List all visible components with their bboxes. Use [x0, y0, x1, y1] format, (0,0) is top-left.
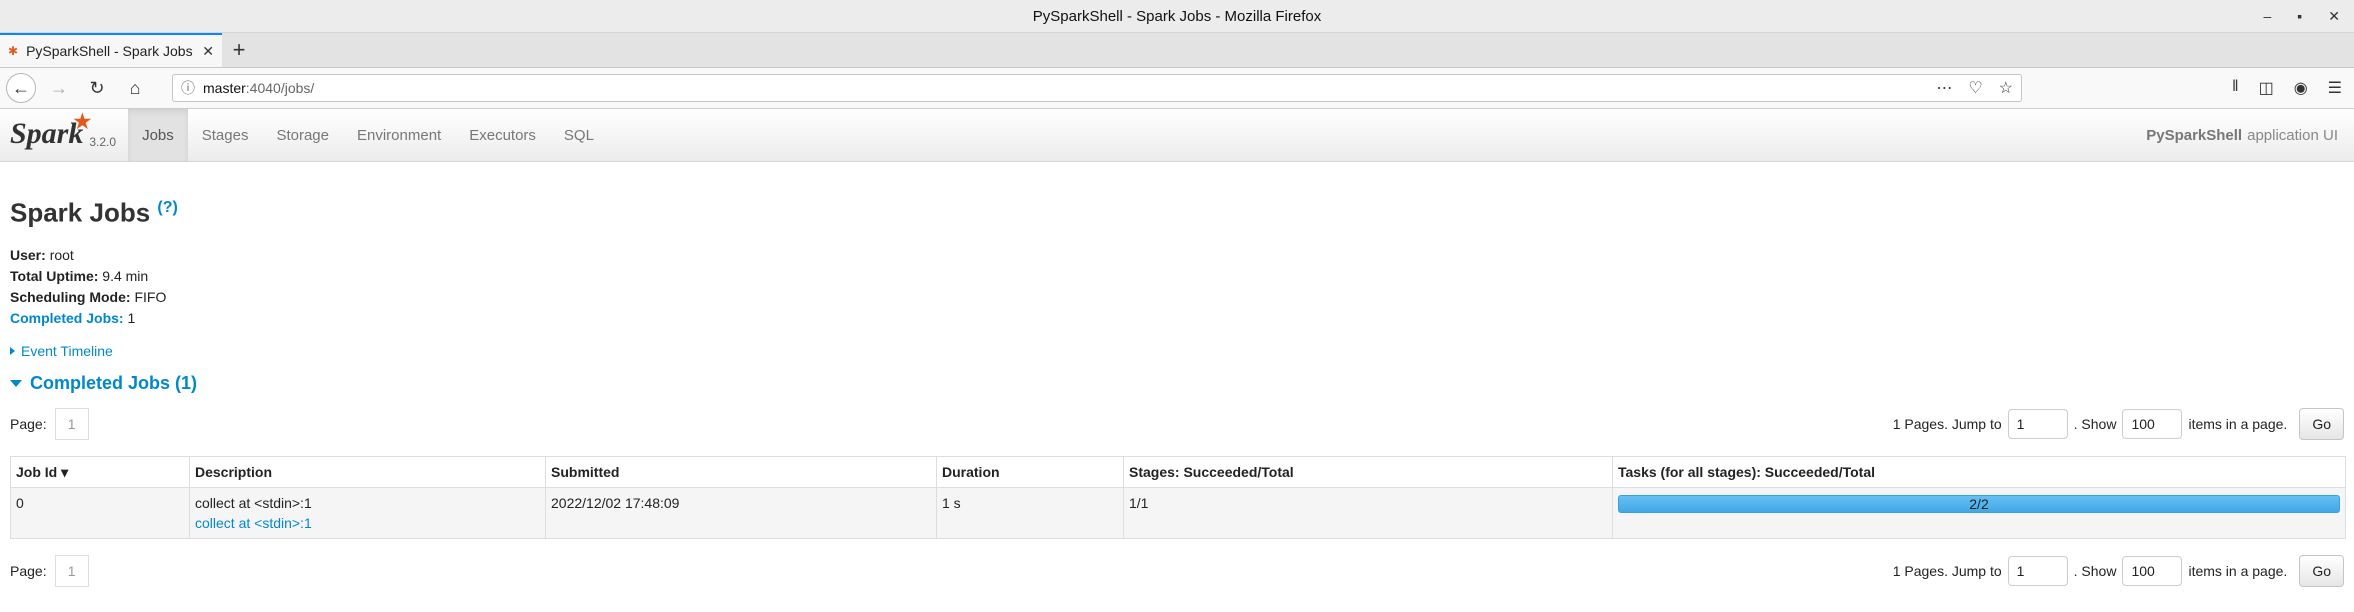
user-value: root	[49, 246, 74, 263]
window-title: PySparkShell - Spark Jobs - Mozilla Fire…	[1032, 7, 1322, 25]
collapse-arrow-icon	[10, 379, 22, 387]
completed-jobs-table: Job Id ▾ Description Submitted Duration …	[10, 455, 2346, 539]
col-tasks[interactable]: Tasks (for all stages): Succeeded/Total	[1612, 455, 2346, 488]
tasks-progress-label: 2/2	[1969, 495, 1989, 512]
app-name: PySparkShell	[2146, 126, 2243, 144]
menu-icon[interactable]: ☰	[2328, 78, 2342, 98]
show-text: . Show	[2073, 562, 2117, 579]
table-row: 0 collect at <stdin>:1 collect at <stdin…	[10, 486, 2346, 539]
completed-jobs-count: 1	[127, 309, 136, 326]
page-size-input[interactable]: 100	[2122, 408, 2183, 439]
page-number-button[interactable]: 1	[54, 407, 89, 440]
tasks-progress-bar: 2/2	[1618, 494, 2340, 513]
nav-sql[interactable]: SQL	[550, 109, 608, 161]
main-content: Spark Jobs (?) User: root Total Uptime: …	[0, 192, 2354, 587]
completed-jobs-link[interactable]: Completed Jobs:	[10, 310, 124, 326]
page-label: Page:	[10, 562, 47, 579]
reload-button[interactable]: ↻	[82, 73, 112, 103]
nav-executors[interactable]: Executors	[455, 109, 550, 161]
tab-strip: ✱ PySparkShell - Spark Jobs ✕ +	[0, 33, 2354, 68]
spark-favicon-icon: ✱	[8, 44, 19, 58]
sidebar-icon[interactable]: ◫	[2259, 78, 2274, 98]
page-actions-icon[interactable]: ⋯	[1936, 78, 1952, 98]
window-titlebar: PySparkShell - Spark Jobs - Mozilla Fire…	[0, 0, 2354, 33]
submitted-cell: 2022/12/02 17:48:09	[545, 486, 937, 539]
pager-bottom: Page: 1 1 Pages. Jump to 1 . Show 100 it…	[10, 554, 2344, 587]
job-id-cell: 0	[10, 486, 190, 539]
pages-text: 1 Pages. Jump to	[1892, 415, 2002, 432]
nav-environment[interactable]: Environment	[343, 109, 455, 161]
browser-tab[interactable]: ✱ PySparkShell - Spark Jobs ✕	[0, 33, 222, 67]
go-button[interactable]: Go	[2299, 407, 2344, 440]
browser-toolbar: ← → ↻ ⌂ ⓘ master:4040/jobs/ ⋯ ♡ ☆ ‖ ◫ ◉ …	[0, 68, 2354, 109]
home-button[interactable]: ⌂	[120, 73, 150, 103]
account-icon[interactable]: ◉	[2294, 78, 2308, 98]
col-stages[interactable]: Stages: Succeeded/Total	[1123, 455, 1613, 488]
page-title: Spark Jobs	[10, 197, 151, 228]
completed-jobs-title: Completed Jobs (1)	[30, 372, 198, 393]
page-number-button[interactable]: 1	[54, 554, 89, 587]
nav-stages[interactable]: Stages	[188, 109, 263, 161]
items-text: items in a page.	[2188, 562, 2288, 579]
new-tab-button[interactable]: +	[222, 33, 256, 67]
page-size-input[interactable]: 100	[2122, 555, 2183, 586]
tab-close-icon[interactable]: ✕	[202, 43, 214, 60]
page-title-row: Spark Jobs (?)	[10, 192, 2344, 229]
app-ui-label: PySparkShell application UI	[2146, 109, 2338, 161]
jump-to-input[interactable]: 1	[2007, 408, 2068, 439]
job-summary: User: root Total Uptime: 9.4 min Schedul…	[10, 245, 2344, 329]
go-button[interactable]: Go	[2299, 554, 2344, 587]
completed-jobs-header[interactable]: Completed Jobs (1)	[10, 373, 2344, 394]
back-button[interactable]: ←	[6, 73, 36, 103]
expand-arrow-icon	[10, 346, 15, 355]
spark-navbar: Spark ★ 3.2.0 Jobs Stages Storage Environ…	[0, 109, 2354, 162]
uptime-value: 9.4 min	[102, 267, 149, 284]
spark-version: 3.2.0	[89, 135, 117, 149]
user-label: User:	[10, 246, 46, 263]
page-label: Page:	[10, 415, 47, 432]
table-header-row: Job Id ▾ Description Submitted Duration …	[10, 455, 2346, 488]
show-text: . Show	[2073, 415, 2117, 432]
uptime-label: Total Uptime:	[10, 267, 99, 284]
maximize-icon[interactable]: ▪	[2297, 8, 2302, 24]
col-description[interactable]: Description	[189, 455, 546, 488]
pager-top: Page: 1 1 Pages. Jump to 1 . Show 100 it…	[10, 407, 2344, 440]
items-text: items in a page.	[2188, 415, 2288, 432]
tab-title: PySparkShell - Spark Jobs	[26, 43, 193, 59]
jump-to-input[interactable]: 1	[2007, 555, 2068, 586]
nav-jobs[interactable]: Jobs	[128, 109, 188, 161]
app-suffix: application UI	[2247, 126, 2338, 144]
stages-cell: 1/1	[1123, 486, 1613, 539]
description-link[interactable]: collect at <stdin>:1	[195, 515, 312, 531]
minimize-icon[interactable]: –	[2264, 8, 2272, 24]
description-text: collect at <stdin>:1	[195, 494, 312, 511]
spark-logo[interactable]: Spark ★ 3.2.0	[0, 109, 128, 161]
col-submitted[interactable]: Submitted	[545, 455, 937, 488]
library-icon[interactable]: ‖	[2232, 78, 2239, 98]
tasks-cell: 2/2	[1612, 486, 2346, 539]
url-path: :4040/jobs/	[245, 80, 315, 96]
nav-storage[interactable]: Storage	[262, 109, 343, 161]
url-bar[interactable]: ⓘ master:4040/jobs/ ⋯ ♡ ☆	[172, 74, 2022, 102]
help-link[interactable]: (?)	[157, 199, 177, 216]
pages-text: 1 Pages. Jump to	[1892, 562, 2002, 579]
scheduling-label: Scheduling Mode:	[10, 288, 131, 305]
event-timeline-toggle[interactable]: Event Timeline	[10, 343, 2344, 359]
duration-cell: 1 s	[936, 486, 1124, 539]
scheduling-value: FIFO	[134, 288, 167, 305]
info-icon[interactable]: ⓘ	[181, 78, 195, 98]
event-timeline-label: Event Timeline	[21, 342, 113, 359]
description-cell: collect at <stdin>:1 collect at <stdin>:…	[189, 486, 546, 539]
spark-star-icon: ★	[73, 111, 92, 133]
col-duration[interactable]: Duration	[936, 455, 1124, 488]
bookmark-star-icon[interactable]: ☆	[1999, 78, 2013, 98]
pocket-icon[interactable]: ♡	[1968, 78, 1982, 98]
url-host: master	[203, 80, 246, 96]
col-job-id[interactable]: Job Id ▾	[10, 455, 190, 488]
close-icon[interactable]: ✕	[2328, 8, 2340, 25]
forward-button[interactable]: →	[44, 73, 74, 103]
